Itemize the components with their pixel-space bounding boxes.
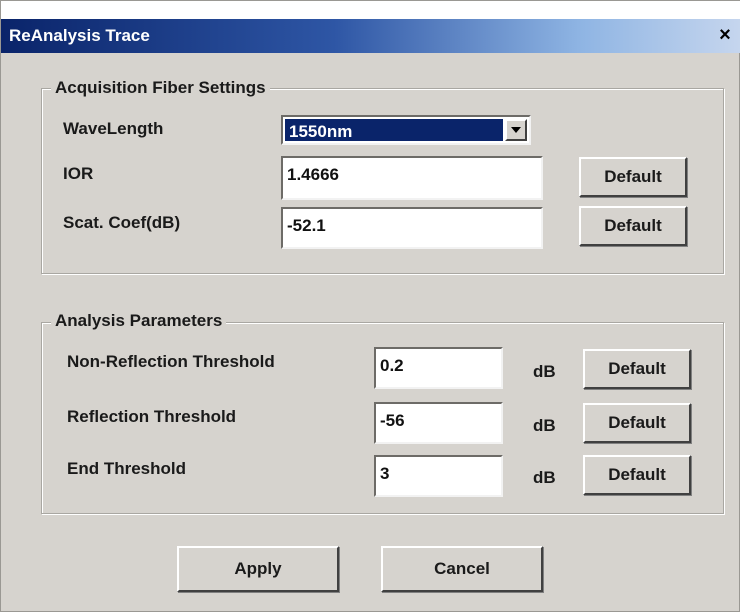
scat-coef-input[interactable]: -52.1 <box>281 207 543 249</box>
end-threshold-label: End Threshold <box>67 459 186 478</box>
top-margin <box>1 1 740 19</box>
reflection-threshold-input[interactable]: -56 <box>374 402 503 444</box>
non-reflection-threshold-default-button[interactable]: Default <box>583 349 691 389</box>
ior-default-button[interactable]: Default <box>579 157 687 197</box>
non-reflection-threshold-input[interactable]: 0.2 <box>374 347 503 389</box>
wavelength-select[interactable]: 1550nm <box>281 115 531 145</box>
wavelength-label: WaveLength <box>63 119 164 138</box>
apply-button[interactable]: Apply <box>177 546 339 592</box>
window-title: ReAnalysis Trace <box>9 26 150 45</box>
end-threshold-unit: dB <box>533 468 556 487</box>
scat-coef-label: Scat. Coef(dB) <box>63 213 181 232</box>
reanalysis-trace-dialog: ReAnalysis Trace × Acquisition Fiber Set… <box>0 0 740 612</box>
title-bar[interactable]: ReAnalysis Trace × <box>1 19 740 53</box>
non-reflection-threshold-unit: dB <box>533 362 556 381</box>
non-reflection-threshold-label: Non-Reflection Threshold <box>67 352 275 371</box>
ior-input[interactable]: 1.4666 <box>281 156 543 200</box>
close-button[interactable]: × <box>713 23 737 47</box>
reflection-threshold-default-button[interactable]: Default <box>583 403 691 443</box>
chevron-down-icon <box>511 127 521 133</box>
wavelength-selected-value: 1550nm <box>285 119 503 141</box>
reflection-threshold-label: Reflection Threshold <box>67 407 237 426</box>
acquisition-group-legend: Acquisition Fiber Settings <box>51 78 270 98</box>
analysis-group-legend: Analysis Parameters <box>51 311 227 331</box>
close-icon: × <box>719 23 731 46</box>
cancel-button[interactable]: Cancel <box>381 546 543 592</box>
end-threshold-default-button[interactable]: Default <box>583 455 691 495</box>
ior-label: IOR <box>63 164 94 183</box>
reflection-threshold-unit: dB <box>533 416 556 435</box>
end-threshold-input[interactable]: 3 <box>374 455 503 497</box>
scat-coef-default-button[interactable]: Default <box>579 206 687 246</box>
wavelength-dropdown-button[interactable] <box>505 119 527 141</box>
